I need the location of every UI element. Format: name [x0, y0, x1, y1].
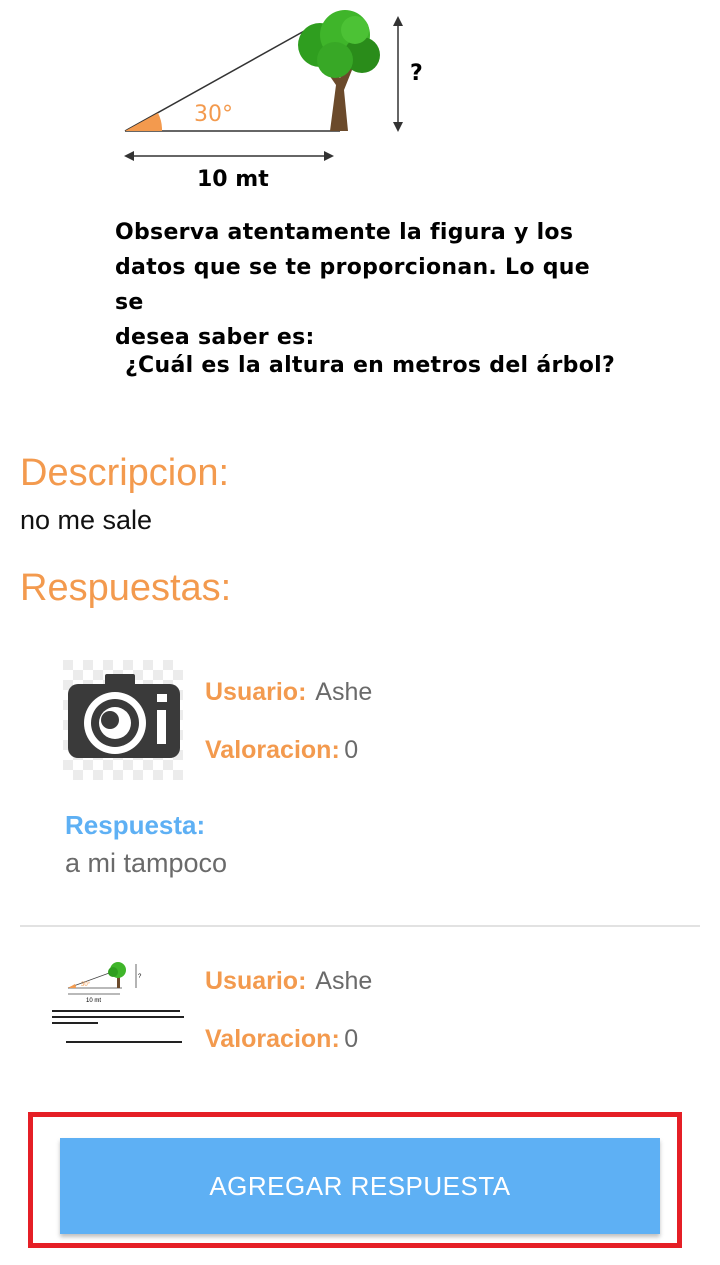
answers-heading: Respuestas: — [20, 567, 232, 609]
problem-figure: 30° ? 10 mt Observa atentamente la figur… — [0, 0, 720, 420]
problem-prompt: Observa atentamente la figura y los dato… — [115, 215, 615, 355]
svg-text:?: ? — [138, 974, 142, 980]
answer-divider — [20, 925, 700, 927]
answer-item[interactable]: Usuario: Ashe Valoracion: 0 Respuesta: a… — [0, 660, 720, 930]
rating-value: 0 — [344, 736, 359, 764]
answer-label: Respuesta: — [65, 810, 206, 840]
user-name: Ashe — [315, 967, 373, 995]
answer-rating: Valoracion: 0 — [205, 1025, 358, 1054]
prompt-line: datos que se te proporcionan. Lo que se — [115, 255, 590, 315]
answer-text: a mi tampoco — [65, 848, 228, 878]
answer-user: Usuario: Ashe — [205, 967, 372, 996]
answer-item[interactable]: 30° ? 10 mt Usuario: Ashe Valoracion: 0 — [0, 948, 720, 1078]
height-unknown-label: ? — [410, 61, 423, 86]
user-label: Usuario: — [205, 967, 307, 995]
camera-icon — [63, 660, 183, 780]
answer-user: Usuario: Ashe — [205, 678, 372, 707]
rating-label: Valoracion: — [205, 736, 340, 764]
problem-thumbnail: 30° ? 10 mt — [50, 956, 190, 1066]
prompt-line: Observa atentamente la figura y los — [115, 220, 574, 245]
base-length-label: 10 mt — [197, 167, 269, 192]
svg-text:30°: 30° — [81, 982, 91, 988]
problem-question: ¿Cuál es la altura en metros del árbol? — [125, 353, 616, 378]
svg-text:10 mt: 10 mt — [86, 998, 101, 1004]
prompt-line: desea saber es: — [115, 325, 315, 350]
tree-triangle-diagram: 30° ? 10 mt — [124, 10, 423, 192]
rating-value: 0 — [344, 1025, 359, 1053]
user-label: Usuario: — [205, 678, 307, 706]
add-answer-button[interactable]: AGREGAR RESPUESTA — [60, 1138, 660, 1234]
description-heading: Descripcion: — [20, 452, 230, 494]
angle-label: 30° — [194, 102, 233, 127]
user-name: Ashe — [315, 678, 373, 706]
answer-rating: Valoracion: 0 — [205, 736, 358, 765]
rating-label: Valoracion: — [205, 1025, 340, 1053]
description-text: no me sale — [20, 505, 153, 535]
